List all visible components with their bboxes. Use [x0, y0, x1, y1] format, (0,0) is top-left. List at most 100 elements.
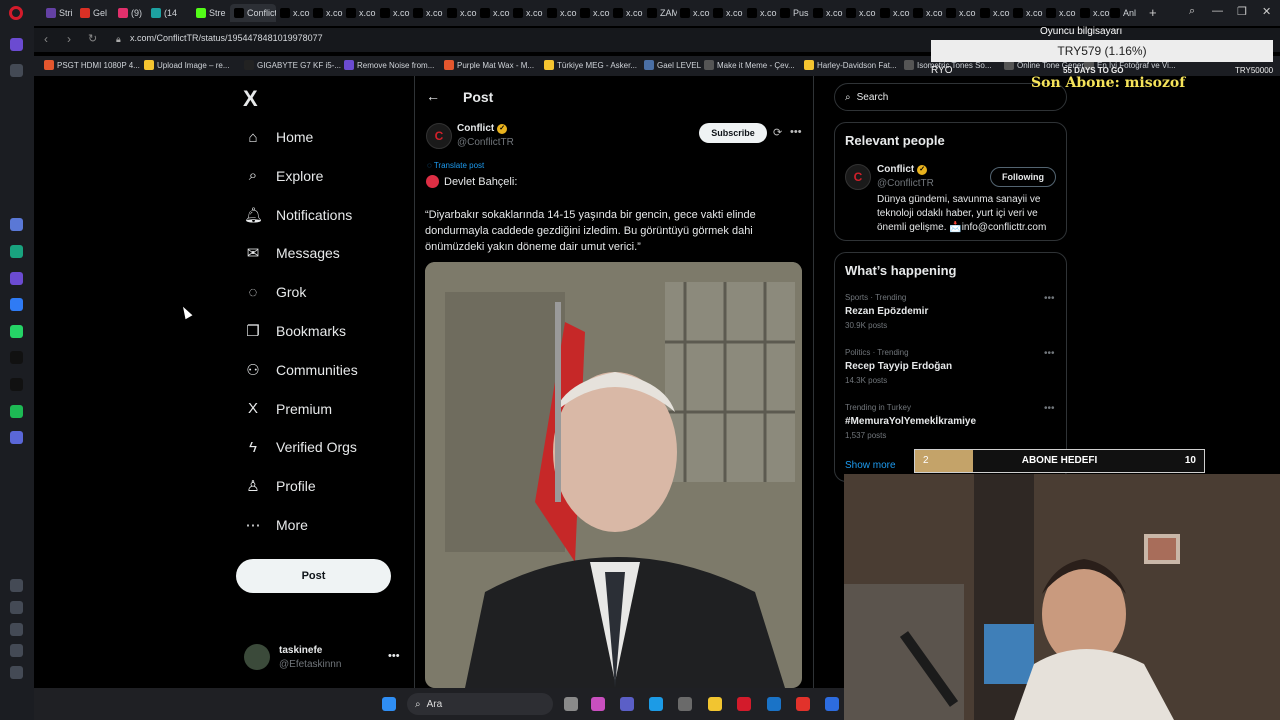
settings-icon[interactable] — [10, 623, 23, 636]
chatgpt-icon[interactable] — [10, 245, 23, 258]
restore-icon[interactable]: ❐ — [1237, 5, 1247, 18]
forward-nav-icon[interactable]: › — [67, 32, 71, 46]
copilot-icon[interactable] — [591, 697, 605, 711]
following-button[interactable]: Following — [990, 167, 1056, 187]
browser-tab[interactable]: x.co — [946, 4, 976, 22]
relevant-avatar[interactable]: C — [845, 164, 871, 190]
nav-item-more[interactable]: ⋯ More — [244, 512, 308, 538]
author-name[interactable]: Conflict ✓ — [457, 123, 508, 134]
task-view-icon[interactable] — [564, 697, 578, 711]
more-icon[interactable] — [10, 666, 23, 679]
browser-tab[interactable]: (9) — [118, 4, 150, 22]
nav-item-verified-orgs[interactable]: ϟ Verified Orgs — [244, 434, 357, 460]
browser-tab[interactable]: x.co — [1013, 4, 1043, 22]
nav-item-messages[interactable]: ✉ Messages — [244, 240, 340, 266]
teams-icon[interactable] — [620, 697, 634, 711]
nav-item-grok[interactable]: ◌ Grok — [244, 279, 307, 305]
browser-tab[interactable]: Stri — [46, 4, 76, 22]
bookmark-item[interactable]: Purple Mat Wax - M... — [444, 60, 534, 70]
browser-tab[interactable]: x.co — [1080, 4, 1110, 22]
browser-tab[interactable]: x.co — [813, 4, 843, 22]
browser-tab[interactable]: x.co — [1046, 4, 1076, 22]
browser-tab[interactable]: x.co — [580, 4, 610, 22]
browser-tab[interactable]: x.co — [346, 4, 376, 22]
outlook-icon[interactable] — [767, 697, 781, 711]
bookmark-item[interactable]: Upload Image – re... — [144, 60, 229, 70]
post-image[interactable] — [425, 262, 802, 688]
browser-tab[interactable]: x.co — [380, 4, 410, 22]
bookmark-item[interactable]: Harley-Davidson Fat... — [804, 60, 897, 70]
grok-icon[interactable]: ⟳ — [773, 126, 782, 139]
back-arrow-icon[interactable]: ← — [426, 88, 440, 104]
browser-tab[interactable]: Stre — [196, 4, 228, 22]
opera-logo-icon[interactable] — [9, 6, 23, 20]
player-icon[interactable] — [10, 431, 23, 444]
trend-more-icon[interactable]: ••• — [1044, 403, 1055, 414]
trend-name[interactable]: Rezan Epözdemir — [845, 306, 928, 317]
relevant-handle[interactable]: @ConflictTR — [877, 178, 934, 189]
history-icon[interactable] — [10, 601, 23, 614]
reload-icon[interactable]: ↻ — [88, 32, 97, 45]
relevant-name-text[interactable]: Conflict — [877, 164, 914, 175]
post-button[interactable]: Post — [236, 559, 391, 593]
app-l-icon[interactable] — [825, 697, 839, 711]
aria-icon[interactable] — [10, 218, 23, 231]
post-more-icon[interactable]: ••• — [790, 126, 802, 138]
browser-tab[interactable]: Gel — [80, 4, 112, 22]
bookmark-item[interactable]: Make it Meme - Çev... — [704, 60, 795, 70]
windows-start-icon[interactable] — [382, 697, 396, 711]
browser-tab[interactable]: x.co — [680, 4, 710, 22]
edge-icon[interactable] — [649, 697, 663, 711]
nav-item-profile[interactable]: ♙ Profile — [244, 473, 315, 499]
bookmark-item[interactable]: Türkiye MEG - Asker... — [544, 60, 637, 70]
browser-tab[interactable]: x.co — [547, 4, 577, 22]
new-tab-icon[interactable]: + — [1149, 5, 1157, 20]
browser-tab[interactable]: x.co — [980, 4, 1010, 22]
store-icon[interactable] — [678, 697, 692, 711]
browser-tab[interactable]: x.co — [413, 4, 443, 22]
spotify-icon[interactable] — [10, 405, 23, 418]
account-name[interactable]: taskinefe — [279, 645, 322, 656]
nav-item-home[interactable]: ⌂ Home — [244, 124, 313, 150]
cs-icon[interactable] — [10, 272, 23, 285]
trend-more-icon[interactable]: ••• — [1044, 348, 1055, 359]
browser-tab[interactable]: (14 — [151, 4, 183, 22]
browser-tab[interactable]: x.co — [613, 4, 643, 22]
minimize-icon[interactable]: — — [1212, 5, 1223, 17]
x-logo-icon[interactable]: X — [243, 86, 258, 112]
heart-icon[interactable] — [10, 579, 23, 592]
browser-tab[interactable]: x.co — [880, 4, 910, 22]
bookmark-item[interactable]: GIGABYTE G7 KF i5-... — [244, 60, 341, 70]
browser-tab[interactable]: x.co — [480, 4, 510, 22]
taskbar-search[interactable]: ⌕ Ara — [407, 693, 553, 715]
nav-item-bookmarks[interactable]: ❐ Bookmarks — [244, 318, 346, 344]
author-avatar[interactable]: C — [426, 123, 452, 149]
back-nav-icon[interactable]: ‹ — [44, 32, 48, 46]
x-icon[interactable] — [10, 378, 23, 391]
author-name-text[interactable]: Conflict — [457, 123, 494, 134]
browser-tab[interactable]: x.co — [913, 4, 943, 22]
nav-item-notifications[interactable]: 🔔︎ Notifications — [244, 202, 352, 228]
nav-item-communities[interactable]: ⚇ Communities — [244, 357, 357, 383]
trend-more-icon[interactable]: ••• — [1044, 293, 1055, 304]
bookmark-item[interactable]: Remove Noise from... — [344, 60, 434, 70]
bulb-icon[interactable] — [10, 644, 23, 657]
bookmark-item[interactable]: PSGT HDMI 1080P 4... — [44, 60, 140, 70]
browser-tab[interactable]: ZAM — [647, 4, 677, 22]
whatsapp-icon[interactable] — [10, 325, 23, 338]
nav-item-explore[interactable]: ⌕ Explore — [244, 163, 324, 189]
account-avatar[interactable] — [244, 644, 270, 670]
lock-icon[interactable]: 🔒︎ — [116, 34, 121, 45]
search-tabs-icon[interactable]: ⌕ — [1189, 5, 1195, 18]
trend-name[interactable]: Recep Tayyip Erdoğan — [845, 361, 952, 372]
browser-tab[interactable]: x.co — [846, 4, 876, 22]
home-icon[interactable] — [10, 38, 23, 51]
relevant-name[interactable]: Conflict ✓ — [877, 164, 928, 175]
app-icon[interactable] — [796, 697, 810, 711]
browser-tab[interactable]: x.co — [747, 4, 777, 22]
author-handle[interactable]: @ConflictTR — [457, 137, 514, 148]
browser-tab[interactable]: Conflict — [230, 4, 276, 22]
browser-tab[interactable]: x.co — [313, 4, 343, 22]
url-text[interactable]: x.com/ConflictTR/status/1954478481019978… — [130, 33, 323, 43]
messenger-icon[interactable] — [10, 298, 23, 311]
